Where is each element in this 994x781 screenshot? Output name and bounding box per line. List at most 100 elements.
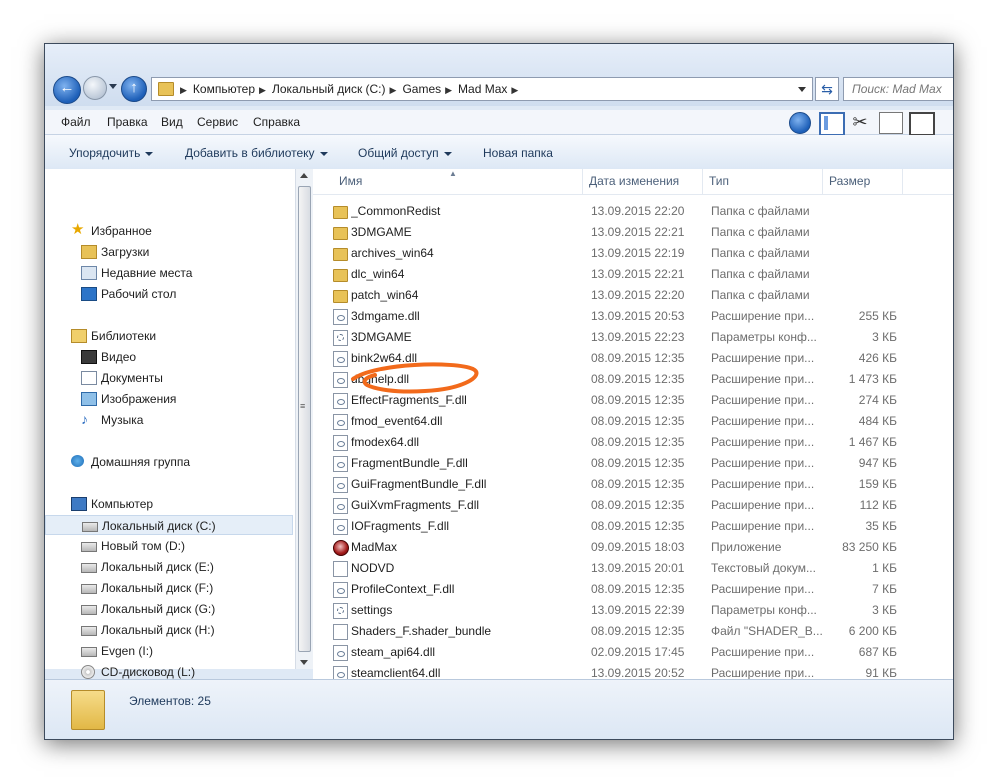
- forward-button[interactable]: [83, 76, 107, 100]
- table-row[interactable]: ProfileContext_F.dll 08.09.2015 12:35 Расш…: [313, 578, 953, 599]
- nav-item[interactable]: Локальный диск (F:): [45, 578, 293, 598]
- nav-item[interactable]: Локальный диск (G:): [45, 599, 293, 619]
- table-row[interactable]: bink2w64.dll 08.09.2015 12:35 Расширение п…: [313, 347, 953, 368]
- table-row[interactable]: GuiFragmentBundle_F.dll 08.09.2015 12:35 Р…: [313, 473, 953, 494]
- chevron-down-icon[interactable]: [798, 87, 806, 92]
- layout-icon[interactable]: [819, 112, 845, 136]
- folder-icon: [333, 290, 348, 303]
- file-size: 83 250 КБ: [842, 540, 897, 554]
- table-row[interactable]: NODVD 13.09.2015 20:01 Текстовый докум... 1…: [313, 557, 953, 578]
- file-name: Shaders_F.shader_bundle: [351, 624, 492, 638]
- command-button[interactable]: Упорядочить: [69, 146, 154, 160]
- breadcrumb-item[interactable]: Games: [402, 82, 441, 96]
- nav-item[interactable]: Компьютер: [45, 494, 293, 514]
- column-date[interactable]: Дата изменения: [583, 169, 703, 194]
- table-row[interactable]: patch_win64 13.09.2015 22:20 Папка с файла…: [313, 284, 953, 305]
- file-name: MadMax: [351, 540, 398, 554]
- table-row[interactable]: settings 13.09.2015 22:39 Параметры конф..…: [313, 599, 953, 620]
- table-row[interactable]: FragmentBundle_F.dll 08.09.2015 12:35 Расш…: [313, 452, 953, 473]
- nav-item[interactable]: ★ Избранное: [45, 221, 293, 241]
- nav-item[interactable]: Новый том (D:): [45, 536, 293, 556]
- table-row[interactable]: dbghelp.dll 08.09.2015 12:35 Расширение пр…: [313, 368, 953, 389]
- breadcrumb-separator-icon[interactable]: ▶: [445, 85, 452, 95]
- table-row[interactable]: fmod_event64.dll 08.09.2015 12:35 Расширен…: [313, 410, 953, 431]
- nav-item[interactable]: Загрузки: [45, 242, 293, 262]
- nav-item[interactable]: ♪ Музыка: [45, 410, 293, 430]
- table-row[interactable]: dlc_win64 13.09.2015 22:21 Папка с файлами: [313, 263, 953, 284]
- column-type[interactable]: Тип: [703, 169, 823, 194]
- table-row[interactable]: archives_win64 13.09.2015 22:19 Папка с фа…: [313, 242, 953, 263]
- nav-item[interactable]: Локальный диск (C:): [45, 515, 293, 535]
- table-row[interactable]: 3dmgame.dll 13.09.2015 20:53 Расширение пр…: [313, 305, 953, 326]
- paste-icon[interactable]: [909, 112, 935, 136]
- table-row[interactable]: 3DMGAME 13.09.2015 22:23 Параметры конф...…: [313, 326, 953, 347]
- table-row[interactable]: GuiXvmFragments_F.dll 08.09.2015 12:35 Рас…: [313, 494, 953, 515]
- table-row[interactable]: fmodex64.dll 08.09.2015 12:35 Расширение п…: [313, 431, 953, 452]
- table-row[interactable]: IOFragments_F.dll 08.09.2015 12:35 Расшире…: [313, 515, 953, 536]
- breadcrumb-separator-icon[interactable]: ▶: [511, 85, 518, 95]
- file-name: fmod_event64.dll: [351, 414, 443, 428]
- menu-item[interactable]: Правка: [107, 115, 148, 129]
- breadcrumb-item[interactable]: Компьютер: [193, 82, 255, 96]
- nav-item-label: Загрузки: [101, 245, 150, 259]
- search-input[interactable]: Поиск: Mad Max: [843, 77, 953, 101]
- file-date: 08.09.2015 12:35: [591, 456, 685, 470]
- file-name: settings: [351, 603, 393, 617]
- menu-item[interactable]: Справка: [253, 115, 300, 129]
- nav-item-label: Локальный диск (C:): [102, 519, 216, 533]
- breadcrumb-item[interactable]: Локальный диск (C:): [272, 82, 386, 96]
- nav-item[interactable]: Локальный диск (E:): [45, 557, 293, 577]
- back-button[interactable]: ←: [53, 76, 81, 104]
- nav-item-label: Локальный диск (G:): [101, 602, 216, 616]
- file-name: IOFragments_F.dll: [351, 519, 450, 533]
- scroll-thumb[interactable]: [298, 186, 311, 652]
- table-row[interactable]: _CommonRedist 13.09.2015 22:20 Папка с фай…: [313, 200, 953, 221]
- table-row[interactable]: 3DMGAME 13.09.2015 22:21 Папка с файлами: [313, 221, 953, 242]
- refresh-button[interactable]: ⇆: [815, 77, 839, 101]
- table-row[interactable]: MadMax 09.09.2015 18:03 Приложение 83 250 К…: [313, 536, 953, 557]
- command-button[interactable]: Добавить в библиотеку: [185, 146, 328, 160]
- nav-item[interactable]: Недавние места: [45, 263, 293, 283]
- breadcrumb-separator-icon[interactable]: ▶: [390, 85, 397, 95]
- up-button[interactable]: ↑: [121, 76, 147, 102]
- dll-icon: [333, 456, 348, 472]
- menu-item[interactable]: Файл: [61, 115, 91, 129]
- nav-item[interactable]: Библиотеки: [45, 326, 293, 346]
- scissors-icon[interactable]: ✂: [849, 112, 871, 132]
- nav-item-label: Избранное: [91, 224, 152, 238]
- file-size: 484 КБ: [858, 414, 897, 428]
- up-icon[interactable]: [789, 112, 811, 134]
- column-size[interactable]: Размер: [823, 169, 903, 194]
- command-button[interactable]: Общий доступ: [358, 146, 452, 160]
- menu-item[interactable]: Вид: [161, 115, 183, 129]
- history-dropdown-icon[interactable]: [109, 84, 117, 89]
- scroll-down-icon[interactable]: [300, 660, 308, 665]
- address-bar[interactable]: ▶ Компьютер ▶ Локальный диск (C:) ▶ Games ▶ Mad…: [151, 77, 813, 101]
- column-name[interactable]: Имя: [313, 169, 583, 194]
- file-date: 13.09.2015 20:52: [591, 666, 685, 680]
- file-date: 08.09.2015 12:35: [591, 624, 685, 638]
- copy-icon[interactable]: [879, 112, 903, 134]
- file-date: 08.09.2015 12:35: [591, 435, 685, 449]
- nav-item[interactable]: Evgen (I:): [45, 641, 293, 661]
- nav-item[interactable]: Изображения: [45, 389, 293, 409]
- file-name: dlc_win64: [351, 267, 405, 281]
- table-row[interactable]: steam_api64.dll 02.09.2015 17:45 Расширени…: [313, 641, 953, 662]
- table-row[interactable]: EffectFragments_F.dll 08.09.2015 12:35 Рас…: [313, 389, 953, 410]
- command-button[interactable]: Новая папка: [483, 146, 553, 160]
- breadcrumb-separator-icon[interactable]: ▶: [259, 85, 266, 95]
- nav-item[interactable]: Документы: [45, 368, 293, 388]
- breadcrumb-item[interactable]: Mad Max: [458, 82, 507, 96]
- file-date: 08.09.2015 12:35: [591, 414, 685, 428]
- file-size: 255 КБ: [858, 309, 897, 323]
- nav-scrollbar[interactable]: ≡: [295, 169, 313, 669]
- nav-item[interactable]: Домашняя группа: [45, 452, 293, 472]
- nav-item[interactable]: Рабочий стол: [45, 284, 293, 304]
- scroll-up-icon[interactable]: [300, 173, 308, 178]
- nav-item[interactable]: Локальный диск (H:): [45, 620, 293, 640]
- table-row[interactable]: Shaders_F.shader_bundle 08.09.2015 12:35 Ф…: [313, 620, 953, 641]
- menu-item[interactable]: Сервис: [197, 115, 238, 129]
- nav-item[interactable]: Видео: [45, 347, 293, 367]
- breadcrumb-separator-icon[interactable]: ▶: [180, 85, 187, 95]
- dll-icon: [333, 372, 348, 388]
